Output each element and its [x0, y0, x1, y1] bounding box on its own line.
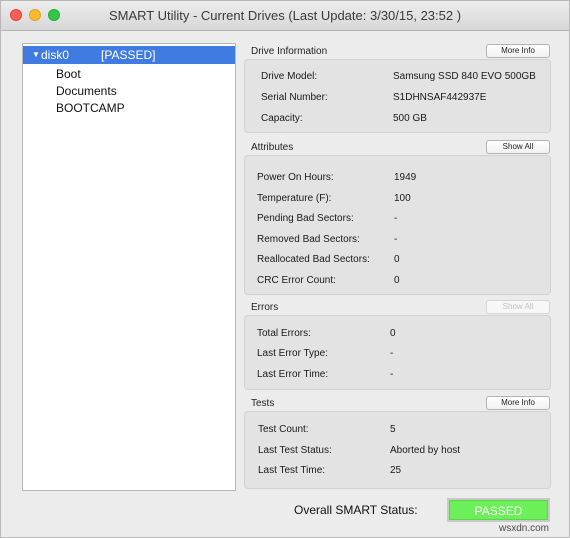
test-count-label: Test Count:: [258, 424, 309, 435]
drive-information-panel: Drive Model: Samsung SSD 840 EVO 500GB S…: [244, 59, 551, 133]
power-on-hours-label: Power On Hours:: [257, 172, 334, 183]
disk-name: disk0: [41, 48, 70, 62]
errors-show-all-button[interactable]: Show All: [486, 300, 550, 314]
last-test-status-label: Last Test Status:: [258, 445, 332, 456]
overall-smart-status-label: Overall SMART Status:: [294, 503, 418, 517]
last-test-status-value: Aborted by host: [390, 445, 461, 456]
last-test-time-label: Last Test Time:: [258, 465, 326, 476]
reallocated-bad-sectors-label: Reallocated Bad Sectors:: [257, 254, 370, 265]
pending-bad-sectors-label: Pending Bad Sectors:: [257, 213, 354, 224]
watermark-text: wsxdn.com: [499, 523, 550, 534]
sidebar-item-disk0[interactable]: ▼ disk0 [PASSED]: [23, 46, 235, 64]
drive-model-label: Drive Model:: [261, 71, 318, 82]
temperature-value: 100: [394, 193, 411, 204]
drive-more-info-button[interactable]: More Info: [486, 44, 550, 58]
tests-panel: Test Count: 5 Last Test Status: Aborted …: [244, 411, 551, 489]
drive-model-value: Samsung SSD 840 EVO 500GB: [393, 71, 536, 82]
tests-more-info-button[interactable]: More Info: [486, 396, 550, 410]
last-error-time-label: Last Error Time:: [257, 369, 329, 380]
disclosure-triangle-icon[interactable]: ▼: [32, 46, 40, 64]
crc-error-count-value: 0: [394, 275, 400, 286]
sidebar-item-bootcamp[interactable]: BOOTCAMP: [56, 99, 268, 117]
overall-status-badge: PASSED: [447, 498, 550, 522]
removed-bad-sectors-label: Removed Bad Sectors:: [257, 234, 360, 245]
window-title: SMART Utility - Current Drives (Last Upd…: [108, 8, 462, 23]
last-test-time-value: 25: [390, 465, 402, 476]
attributes-heading: Attributes: [251, 142, 294, 153]
drive-sidebar: ▼ disk0 [PASSED] Boot Documents BOOTCAMP: [22, 43, 236, 491]
temperature-label: Temperature (F):: [257, 193, 332, 204]
removed-bad-sectors-value: -: [394, 234, 398, 245]
pending-bad-sectors-value: -: [394, 213, 398, 224]
total-errors-label: Total Errors:: [257, 328, 311, 339]
last-error-time-value: -: [390, 369, 394, 380]
serial-number-value: S1DHNSAF442937E: [393, 92, 487, 103]
attributes-show-all-button[interactable]: Show All: [486, 140, 550, 154]
last-error-type-label: Last Error Type:: [257, 348, 328, 359]
serial-number-label: Serial Number:: [261, 92, 328, 103]
power-on-hours-value: 1949: [394, 172, 417, 183]
disk-status: [PASSED]: [101, 48, 156, 62]
sidebar-item-documents[interactable]: Documents: [56, 82, 268, 100]
attributes-panel: Power On Hours: 1949 Temperature (F): 10…: [244, 155, 551, 295]
total-errors-value: 0: [390, 328, 396, 339]
errors-heading: Errors: [251, 302, 279, 313]
sidebar-item-boot[interactable]: Boot: [56, 65, 268, 83]
capacity-label: Capacity:: [261, 113, 303, 124]
drive-information-heading: Drive Information: [251, 46, 328, 57]
smart-utility-window: SMART Utility - Current Drives (Last Upd…: [0, 0, 570, 538]
tests-heading: Tests: [251, 398, 275, 409]
capacity-value: 500 GB: [393, 113, 427, 124]
overall-status-text: PASSED: [474, 504, 523, 518]
test-count-value: 5: [390, 424, 396, 435]
last-error-type-value: -: [390, 348, 394, 359]
errors-panel: Total Errors: 0 Last Error Type: - Last …: [244, 315, 551, 390]
crc-error-count-label: CRC Error Count:: [257, 275, 336, 286]
title-bar[interactable]: SMART Utility - Current Drives (Last Upd…: [1, 1, 569, 31]
reallocated-bad-sectors-value: 0: [394, 254, 400, 265]
